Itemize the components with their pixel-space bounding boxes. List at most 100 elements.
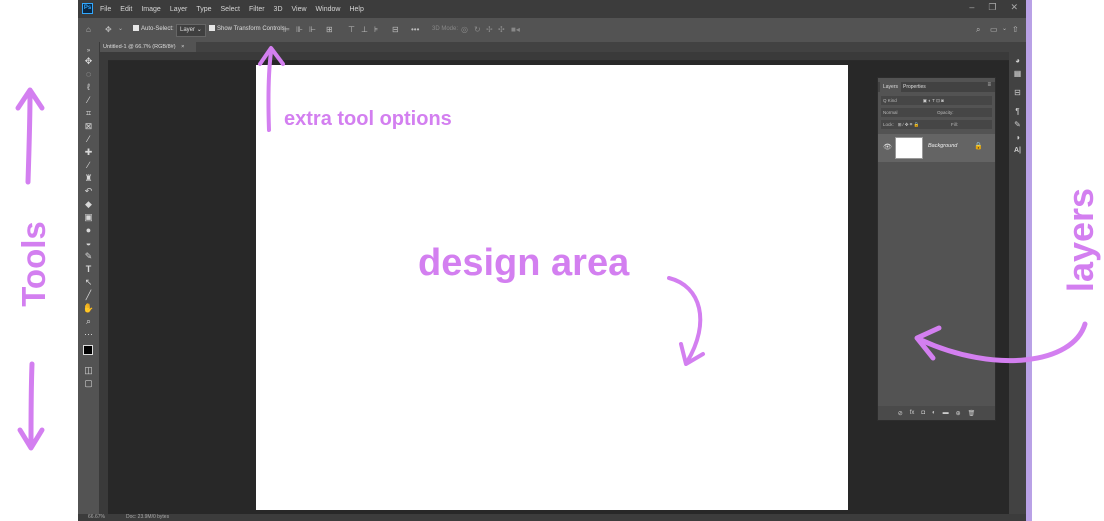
document-tab[interactable]: Untitled-1 @ 66.7% (RGB/8#) × [100,42,196,52]
lock-icons[interactable]: ⊞ ∕ ✥ ⌗ 🔒 [898,122,919,127]
lasso-icon[interactable]: ℓ [82,82,95,93]
menu-layer[interactable]: Layer [170,6,188,13]
move-icon[interactable]: ✥ [82,56,95,67]
tab-layers[interactable]: Layers [880,82,902,92]
show-transform-checkbox[interactable]: Show Transform Controls [209,24,285,35]
zoom-icon[interactable]: ⌕ [82,316,95,327]
menu-help[interactable]: Help [349,6,363,13]
paragraph-icon[interactable]: ¶ [1012,107,1023,116]
healing-icon[interactable]: ✚ [82,147,95,158]
type-icon[interactable]: T [82,264,95,275]
adjustment-icon[interactable]: ◐ [932,410,936,416]
align-right-icon[interactable]: ⊩ [309,24,316,35]
3d-camera-icon[interactable]: ■◂ [511,24,520,35]
extra-tool-options-label: extra tool options [284,108,452,130]
kind-filter[interactable]: Q Kind [883,98,897,103]
menu-filter[interactable]: Filter [249,6,265,13]
eyedropper-icon[interactable]: ⁄ [82,134,95,145]
restore-icon[interactable]: ❐ [988,2,996,13]
curved-arrow-icon [918,321,1088,364]
layers-label: layers [1060,187,1101,293]
tab-properties[interactable]: Properties [900,82,929,92]
close-icon[interactable]: ✕ [1010,2,1018,13]
3d-orbit-icon[interactable]: ◎ [461,24,468,35]
3d-roll-icon[interactable]: ↻ [474,24,481,35]
more-options-icon[interactable]: ••• [411,24,419,35]
adjustments-icon[interactable]: ◑ [1012,133,1023,142]
blend-mode-dropdown[interactable]: Normal [883,110,898,115]
path-select-icon[interactable]: ↖ [82,277,95,288]
history-brush-icon[interactable]: ↶ [82,186,95,197]
dodge-icon[interactable]: ◒ [82,238,95,249]
distribute-spacing-icon[interactable]: ⊟ [392,24,399,35]
align-vertical-icon[interactable]: ⊞ [326,24,333,35]
frame-icon[interactable]: ⊠ [82,121,95,132]
menu-view[interactable]: View [292,6,307,13]
menu-window[interactable]: Window [316,6,341,13]
swatches-icon[interactable]: ▦ [1012,69,1023,78]
marquee-icon[interactable]: ◌ [82,69,95,80]
distribute-middle-icon[interactable]: ⊥ [361,24,368,35]
layer-dropdown[interactable]: Layer ⌄ [176,24,206,37]
brush-settings-icon[interactable]: ✎ [1012,120,1023,129]
align-center-icon[interactable]: ⊪ [296,24,303,35]
menu-image[interactable]: Image [141,6,160,13]
eraser-icon[interactable]: ◆ [82,199,95,210]
mask-icon[interactable]: ◘ [921,410,925,416]
trash-icon[interactable]: 🗑 [968,410,976,417]
new-layer-icon[interactable]: ⊕ [956,410,961,417]
search-icon[interactable]: ⌕ [976,24,980,35]
distribute-top-icon[interactable]: ⊤ [348,24,355,35]
gradient-icon[interactable]: ▣ [82,212,95,223]
panel-dock: ◕ ▦ ⊟ ¶ ✎ ◑ A| [1009,52,1026,514]
share-icon[interactable]: ⇧ [1012,24,1019,35]
tool-preset-chevron-icon[interactable]: ⌄ [118,24,123,35]
tools-panel: » ✥ ◌ ℓ ⁄ ⌗ ⊠ ⁄ ✚ ∕ ♜ ↶ ◆ ▣ ● ◒ ✎ T ↖ ╱ … [78,42,100,521]
colors-icon[interactable] [82,342,97,360]
folder-icon[interactable]: ▬ [943,410,949,416]
crop-icon[interactable]: ⌗ [82,108,95,119]
tools-arrows [15,87,45,451]
blur-icon[interactable]: ● [82,225,95,236]
screen-mode-icon[interactable]: ▢ [82,378,95,389]
chevron-down-icon[interactable]: ⌄ [1002,24,1007,35]
quick-mask-icon[interactable]: ◫ [82,365,95,376]
stamp-icon[interactable]: ♜ [82,173,95,184]
zoom-level[interactable]: 66.67% [88,514,105,521]
layer-row-background[interactable]: 👁 Background 🔒 [878,134,995,162]
close-icon[interactable]: × [181,44,184,50]
auto-select-checkbox[interactable]: Auto-Select: [133,24,174,35]
pen-icon[interactable]: ✎ [82,251,95,262]
menu-type[interactable]: Type [196,6,211,13]
more-icon[interactable]: ⋯ [82,329,95,340]
menu-select[interactable]: Select [221,6,240,13]
layer-name: Background [928,143,958,149]
line-icon[interactable]: ╱ [82,290,95,301]
align-left-icon[interactable]: ⊫ [283,24,290,35]
home-icon[interactable]: ⌂ [86,24,91,35]
link-icon[interactable]: ⊘ [898,410,903,417]
menu-3d[interactable]: 3D [274,6,283,13]
visibility-eye-icon[interactable]: 👁 [883,143,892,151]
3d-drag-icon[interactable]: ✢ [486,24,493,35]
menu-edit[interactable]: Edit [120,6,132,13]
3d-mode-label: 3D Mode: [432,26,459,32]
menu-file[interactable]: File [100,6,111,13]
distribute-bottom-icon[interactable]: ⊧ [374,24,378,35]
brush-icon[interactable]: ∕ [82,160,95,171]
magic-wand-icon[interactable]: ⁄ [82,95,95,106]
hand-icon[interactable]: ✋ [82,303,95,314]
move-tool-icon[interactable]: ✥ [105,24,112,35]
minimize-icon[interactable]: – [969,2,974,13]
3d-slide-icon[interactable]: ✣ [498,24,505,35]
fx-icon[interactable]: fx [910,410,915,416]
menu-items: File Edit Image Layer Type Select Filter… [100,0,364,18]
character-icon[interactable]: A| [1012,146,1023,155]
color-icon[interactable]: ◕ [1012,56,1023,65]
workspace-icon[interactable]: ▭ [990,24,998,35]
design-canvas[interactable] [256,65,848,510]
libraries-icon[interactable]: ⊟ [1012,88,1023,97]
panel-menu-icon[interactable]: ≡ [987,82,991,88]
layer-filter-row[interactable]: Q Kind ▣ ◐ T ⊡ ◙ [881,96,992,105]
filter-icons[interactable]: ▣ ◐ T ⊡ ◙ [923,98,944,103]
